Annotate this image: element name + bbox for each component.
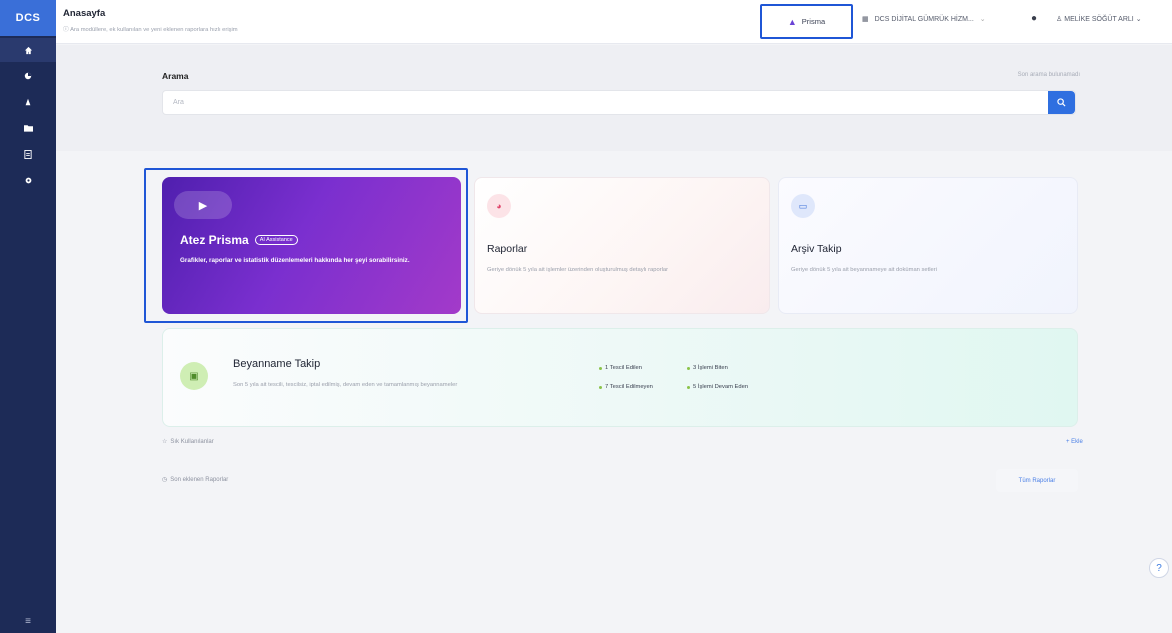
globe-icon[interactable]: ● xyxy=(1031,13,1037,24)
stat-item: 3 İşlemi Biten xyxy=(687,365,728,371)
beyanname-desc: Son 5 yıla ait tescili, tescilsiz, iptal… xyxy=(233,382,458,388)
sidebar: DCS ≡ xyxy=(0,0,56,633)
prisma-icon: ▲ xyxy=(787,16,797,27)
stat-label: 1 Tescil Edilen xyxy=(605,365,642,371)
page-subtitle: ⓘ Ara modüllere, ek kullanılan ve yeni e… xyxy=(63,24,238,33)
stat-item: 1 Tescil Edilen xyxy=(599,365,642,371)
user-menu[interactable]: ♙ MELİKE SÖĞÜT ARLI ⌄ xyxy=(1056,15,1142,23)
stat-label: 7 Tescil Edilmeyen xyxy=(605,384,653,390)
status-dot xyxy=(599,385,602,389)
search-section: Arama Son arama bulunamadı xyxy=(56,45,1172,151)
clock-icon: ◷ xyxy=(162,477,168,483)
topbar: Anasayfa ⓘ Ara modüllere, ek kullanılan … xyxy=(56,0,1172,44)
search-icon xyxy=(1057,98,1066,107)
raporlar-desc: Geriye dönük 5 yıla ait işlemler üzerind… xyxy=(487,267,669,273)
recent-section-title: ◷ Son eklenen Raporlar xyxy=(162,476,229,484)
help-icon[interactable]: ? xyxy=(1149,558,1169,578)
stat-label: 3 İşlemi Biten xyxy=(693,365,728,371)
add-frequent-link[interactable]: + Ekle xyxy=(1066,439,1083,445)
recent-label: Son eklenen Raporlar xyxy=(170,476,229,483)
company-name: DCS DİJİTAL GÜMRÜK HİZM... xyxy=(874,15,974,23)
beyanname-title: Beyanname Takip xyxy=(233,358,321,370)
folder-icon[interactable] xyxy=(0,116,56,140)
pie-chart-icon: ◕ xyxy=(487,194,511,218)
user-name: MELİKE SÖĞÜT ARLI xyxy=(1064,16,1134,23)
search-label: Arama xyxy=(162,71,189,81)
prisma-button-label: Prisma xyxy=(801,17,826,26)
page-subtitle-text: Ara modüllere, ek kullanılan ve yeni ekl… xyxy=(70,27,238,33)
dcs-logo[interactable]: DCS xyxy=(0,0,56,36)
frequent-label: Sık Kullanılanlar xyxy=(170,438,214,445)
search-input[interactable] xyxy=(163,91,1023,114)
arsiv-card[interactable]: ▭ Arşiv Takip Geriye dönük 5 yıla ait be… xyxy=(778,177,1078,314)
chevron-down-icon: ⌄ xyxy=(979,16,986,23)
search-hint: Son arama bulunamadı xyxy=(1017,72,1080,78)
document-icon: ▣ xyxy=(180,362,208,390)
prisma-card-highlight xyxy=(144,168,468,323)
chevron-down-icon: ⌄ xyxy=(1135,16,1142,23)
arsiv-desc: Geriye dönük 5 yıla ait beyannameye ait … xyxy=(791,267,937,273)
menu-icon[interactable]: ≡ xyxy=(0,616,56,627)
search-box xyxy=(162,90,1076,115)
status-dot xyxy=(687,366,690,370)
home-icon[interactable] xyxy=(0,38,56,62)
page-title: Anasayfa xyxy=(63,8,106,19)
search-button[interactable] xyxy=(1048,91,1075,114)
status-dot xyxy=(599,366,602,370)
building-icon: ▦ xyxy=(862,16,869,23)
company-selector[interactable]: ▦ DCS DİJİTAL GÜMRÜK HİZM... ⌄ xyxy=(862,15,986,24)
pie-chart-icon[interactable] xyxy=(0,64,56,88)
stat-item: 5 İşlemi Devam Eden xyxy=(687,384,748,390)
stat-item: 7 Tescil Edilmeyen xyxy=(599,384,653,390)
folder-open-icon: ▭ xyxy=(791,194,815,218)
settings-icon[interactable] xyxy=(0,168,56,192)
raporlar-card[interactable]: ◕ Raporlar Geriye dönük 5 yıla ait işlem… xyxy=(474,177,770,314)
all-reports-button[interactable]: Tüm Raporlar xyxy=(996,469,1078,492)
raporlar-title: Raporlar xyxy=(487,243,528,255)
star-icon: ☆ xyxy=(162,439,168,445)
status-dot xyxy=(687,385,690,389)
frequent-section-title: ☆ Sık Kullanılanlar xyxy=(162,438,214,446)
arsiv-title: Arşiv Takip xyxy=(791,243,842,255)
user-icon: ♙ xyxy=(1056,16,1065,23)
prisma-button[interactable]: ▲ Prisma xyxy=(760,4,853,39)
document-icon[interactable] xyxy=(0,142,56,166)
prisma-icon[interactable] xyxy=(0,90,56,114)
beyanname-card[interactable]: ▣ Beyanname Takip Son 5 yıla ait tescili… xyxy=(162,328,1078,427)
stat-label: 5 İşlemi Devam Eden xyxy=(693,384,749,390)
